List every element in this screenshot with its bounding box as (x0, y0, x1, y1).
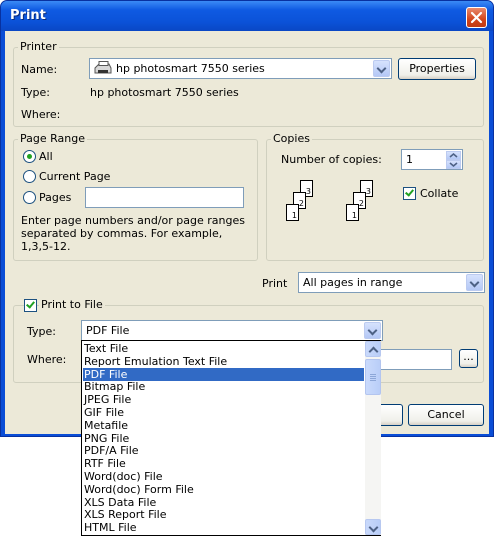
page-range-hint-line-3: 1,3,5-12. (21, 240, 71, 253)
file-type-value: PDF File (86, 324, 130, 337)
dropdown-item[interactable]: RTF File (83, 457, 364, 470)
all-pages-label[interactable]: All (39, 150, 53, 163)
current-page-label[interactable]: Current Page (39, 170, 110, 183)
checkmark-icon (26, 299, 35, 309)
printer-name-label: Name: (21, 63, 58, 76)
collate-page: 1 (346, 204, 359, 221)
page-range-hint-line-2: separated by commas. For example, (21, 227, 223, 240)
printer-name-dropdown-button[interactable] (373, 60, 390, 77)
file-where-label: Where: (27, 353, 67, 366)
page-range-legend: Page Range (18, 132, 87, 145)
radio-selected-dot (27, 154, 32, 159)
pages-radio[interactable] (23, 191, 36, 204)
printer-where-label: Where: (21, 108, 61, 121)
dropdown-item[interactable]: GIF File (83, 406, 364, 419)
arrow-down-icon (449, 162, 458, 168)
print-range-label: Print (262, 277, 288, 290)
chevron-down-icon (368, 522, 379, 533)
chevron-up-icon (368, 346, 379, 357)
chevron-down-icon (469, 277, 480, 288)
file-type-dropdown-list[interactable]: Text File Report Emulation Text File PDF F… (81, 340, 381, 536)
current-page-radio[interactable] (23, 170, 36, 183)
dropdown-item[interactable]: JPEG File (83, 393, 364, 406)
pages-input[interactable] (85, 187, 244, 208)
printer-type-label: Type: (21, 86, 50, 99)
print-range-select[interactable]: All pages in range (298, 272, 485, 293)
scroll-thumb[interactable] (365, 359, 381, 395)
dropdown-item[interactable]: PNG File (83, 432, 364, 445)
print-to-file-label[interactable]: Print to File (39, 298, 105, 311)
dropdown-item[interactable]: Metafile (83, 419, 364, 432)
printer-name-select[interactable]: hp photosmart 7550 series (89, 58, 392, 79)
dropdown-item[interactable]: XLS Data File (83, 496, 364, 509)
close-icon (470, 11, 483, 24)
printer-type-value: hp photosmart 7550 series (90, 86, 239, 99)
file-type-dropdown-button[interactable] (364, 322, 381, 339)
number-of-copies-spinner[interactable]: 1 (401, 149, 463, 170)
collate-page: 1 (286, 204, 299, 221)
print-range-value: All pages in range (303, 276, 403, 289)
properties-button[interactable]: Properties (398, 58, 476, 80)
printer-name-value: hp photosmart 7550 series (116, 62, 265, 75)
copies-down-button[interactable] (446, 160, 461, 169)
chevron-down-icon (367, 325, 378, 336)
all-pages-radio[interactable] (23, 150, 36, 163)
file-type-label: Type: (27, 325, 56, 338)
dropdown-item[interactable]: XLS Report File (83, 508, 364, 521)
collate-checkbox[interactable] (403, 187, 416, 200)
print-to-file-checkbox[interactable] (24, 299, 37, 312)
close-button[interactable] (466, 7, 487, 28)
copies-legend: Copies (271, 132, 312, 145)
dropdown-item[interactable]: Word(doc) Form File (83, 483, 364, 496)
printer-icon (94, 61, 112, 74)
dropdown-item[interactable]: HTML File (83, 521, 364, 534)
window-title: Print (10, 8, 46, 23)
collate-label[interactable]: Collate (420, 187, 458, 200)
browse-button[interactable]: ... (459, 349, 478, 368)
dropdown-item[interactable]: PDF File (83, 367, 364, 381)
scroll-up-button[interactable] (365, 341, 381, 357)
print-range-dropdown-button[interactable] (466, 274, 483, 291)
number-of-copies-label: Number of copies: (281, 153, 382, 166)
cancel-button[interactable]: Cancel (408, 404, 484, 426)
dropdown-item[interactable]: Word(doc) File (83, 470, 364, 483)
pages-label[interactable]: Pages (39, 191, 71, 204)
arrow-up-icon (449, 152, 458, 158)
dropdown-item[interactable]: Report Emulation Text File (83, 355, 364, 368)
number-of-copies-value: 1 (406, 153, 413, 166)
chevron-down-icon (376, 63, 387, 74)
file-type-select[interactable]: PDF File (81, 320, 383, 341)
title-bar[interactable]: Print (1, 1, 493, 31)
checkmark-icon (405, 187, 414, 197)
scroll-down-button[interactable] (365, 519, 381, 535)
page-range-hint-line-1: Enter page numbers and/or page ranges (21, 214, 245, 227)
dropdown-item[interactable]: Bitmap File (83, 380, 364, 393)
dropdown-scrollbar[interactable] (365, 341, 381, 535)
copies-up-button[interactable] (446, 151, 461, 160)
dropdown-item[interactable]: PDF/A File (83, 444, 364, 457)
dropdown-item[interactable]: Text File (83, 342, 364, 355)
printer-legend: Printer (18, 40, 59, 53)
